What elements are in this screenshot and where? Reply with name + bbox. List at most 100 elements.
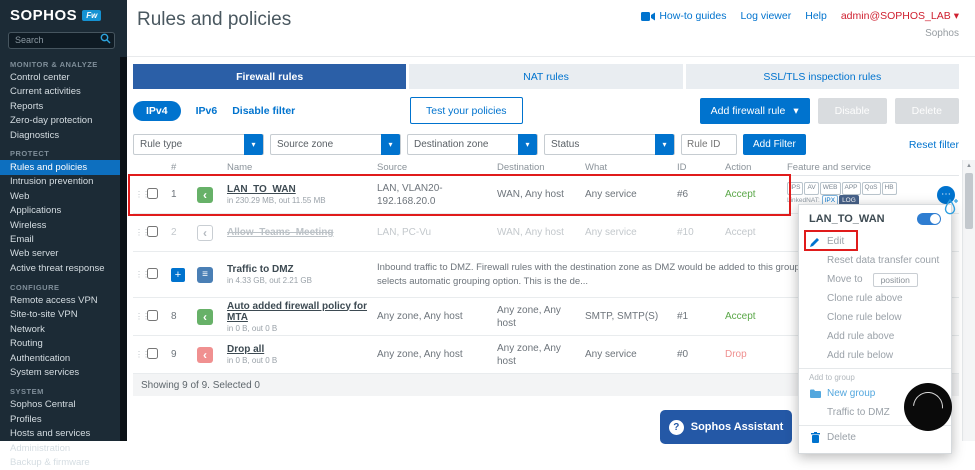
feature-badge: HB [882, 182, 897, 194]
add-filter-button[interactable]: Add Filter [743, 134, 806, 155]
row-checkbox[interactable] [147, 310, 158, 321]
test-policies-button[interactable]: Test your policies [410, 97, 523, 124]
tab-firewall-rules[interactable]: Firewall rules [133, 64, 406, 89]
drop-rule-icon: ‹ [197, 347, 213, 363]
sidebar-scroll-track[interactable] [120, 57, 127, 441]
help-link[interactable]: Help [805, 10, 827, 22]
section-title-configure: CONFIGURE [0, 276, 127, 294]
destination-zone-select[interactable]: Destination zone ▾ [407, 134, 538, 155]
disable-button[interactable]: Disable [818, 98, 887, 124]
search-icon[interactable] [100, 33, 111, 44]
tab-nat-rules[interactable]: NAT rules [409, 64, 682, 89]
row-checkbox[interactable] [147, 188, 158, 199]
menu-item-clone-below[interactable]: Clone rule below [799, 308, 951, 327]
sidebar-item-zero-day[interactable]: Zero-day protection [0, 114, 127, 128]
user-menu[interactable]: admin@SOPHOS_LAB ▾ [841, 10, 959, 22]
drag-handle-icon[interactable]: ⋮⋮ [133, 190, 147, 199]
tab-ssl-tls-rules[interactable]: SSL/TLS inspection rules [686, 64, 959, 89]
col-source: Source [377, 162, 497, 173]
sidebar-item-profiles[interactable]: Profiles [0, 412, 127, 426]
menu-divider [799, 368, 951, 369]
sidebar-item-authentication[interactable]: Authentication [0, 351, 127, 365]
col-number: # [171, 162, 197, 173]
rule-id: #6 [677, 188, 725, 201]
rule-name-link[interactable]: LAN_TO_WAN [227, 184, 369, 195]
sidebar-item-web-server[interactable]: Web server [0, 247, 127, 261]
sidebar-item-control-center[interactable]: Control center [0, 71, 127, 85]
row-checkbox[interactable] [147, 348, 158, 359]
ipv4-toggle[interactable]: IPv4 [133, 101, 181, 121]
scrollbar-thumb[interactable] [965, 173, 973, 229]
rule-action: Drop [725, 348, 787, 361]
how-to-guides-link[interactable]: How-to guides [641, 10, 726, 22]
sidebar-item-reports[interactable]: Reports [0, 99, 127, 113]
rule-enabled-toggle[interactable] [917, 213, 941, 225]
rule-type-select[interactable]: Rule type ▾ [133, 134, 264, 155]
sidebar-item-intrusion-prevention[interactable]: Intrusion prevention [0, 175, 127, 189]
source-zone-select[interactable]: Source zone ▾ [270, 134, 401, 155]
vertical-scrollbar[interactable]: ▲ [962, 160, 975, 441]
rule-name-link[interactable]: Drop all [227, 344, 369, 355]
expand-group-icon[interactable]: + [171, 268, 185, 282]
action-bar: IPv4 IPv6 Disable filter Test your polic… [133, 97, 959, 125]
sidebar-item-hosts-services[interactable]: Hosts and services [0, 427, 127, 441]
add-firewall-rule-button[interactable]: Add firewall rule ▾ [700, 98, 810, 124]
menu-item-add-above[interactable]: Add rule above [799, 327, 951, 346]
rule-name-link[interactable]: Auto added firewall policy for MTA [227, 301, 369, 323]
status-select[interactable]: Status ▾ [544, 134, 675, 155]
search-input[interactable] [8, 32, 115, 49]
rule-id: #10 [677, 226, 725, 239]
rule-traffic-stats: in 230.29 MB, out 11.55 MB [227, 196, 369, 205]
menu-item-edit[interactable]: Edit [799, 232, 951, 251]
sidebar-item-diagnostics[interactable]: Diagnostics [0, 128, 127, 142]
accept-rule-icon: ‹ [197, 309, 213, 325]
group-icon: ≡ [197, 267, 213, 283]
menu-item-reset-transfer[interactable]: Reset data transfer count [799, 251, 951, 270]
caret-down-icon: ▾ [793, 105, 798, 117]
feature-badge: QoS [862, 182, 881, 194]
rule-number: 9 [171, 349, 197, 360]
feature-badge: AV [804, 182, 818, 194]
menu-item-clone-above[interactable]: Clone rule above [799, 289, 951, 308]
row-checkbox[interactable] [147, 226, 158, 237]
sidebar-item-active-threat[interactable]: Active threat response [0, 261, 127, 275]
menu-item-add-below[interactable]: Add rule below [799, 346, 951, 365]
rule-source: LAN, PC-Vu [377, 226, 497, 239]
sidebar-search [8, 30, 115, 49]
disable-filter-link[interactable]: Disable filter [232, 105, 295, 117]
col-id: ID [677, 162, 725, 173]
edit-pencil-icon [810, 237, 820, 247]
sidebar-item-routing[interactable]: Routing [0, 337, 127, 351]
sidebar-item-remote-vpn[interactable]: Remote access VPN [0, 294, 127, 308]
drag-handle-icon[interactable]: ⋮⋮ [133, 350, 147, 359]
sidebar-item-backup-firmware[interactable]: Backup & firmware [0, 455, 127, 469]
sidebar-item-applications[interactable]: Applications [0, 204, 127, 218]
sidebar-item-current-activities[interactable]: Current activities [0, 85, 127, 99]
drag-handle-icon[interactable]: ⋮⋮ [133, 228, 147, 237]
rule-destination: WAN, Any host [497, 188, 585, 201]
sidebar-item-site-vpn[interactable]: Site-to-site VPN [0, 308, 127, 322]
move-to-position-select[interactable]: position [873, 273, 918, 287]
rule-name-link[interactable]: Allow_Teams_Meeting [227, 227, 369, 238]
sophos-assistant-button[interactable]: ? Sophos Assistant [660, 410, 792, 444]
sidebar-item-email[interactable]: Email [0, 232, 127, 246]
sidebar-item-wireless[interactable]: Wireless [0, 218, 127, 232]
scroll-up-icon[interactable]: ▲ [963, 160, 975, 172]
sidebar-item-system-services[interactable]: System services [0, 366, 127, 380]
drag-handle-icon[interactable]: ⋮⋮ [133, 270, 147, 279]
row-checkbox[interactable] [147, 268, 158, 279]
sophos-logo: SOPHOS Fw [0, 0, 127, 27]
drag-handle-icon[interactable]: ⋮⋮ [133, 312, 147, 321]
sidebar-item-rules-policies[interactable]: Rules and policies [0, 160, 127, 174]
log-viewer-link[interactable]: Log viewer [740, 10, 791, 22]
ipv6-toggle[interactable]: IPv6 [196, 105, 218, 117]
sidebar-item-sophos-central[interactable]: Sophos Central [0, 398, 127, 412]
reset-filter-link[interactable]: Reset filter [909, 139, 959, 151]
sidebar-item-network[interactable]: Network [0, 322, 127, 336]
rule-destination: Any zone, Any host [497, 304, 585, 330]
delete-button[interactable]: Delete [895, 98, 959, 124]
sidebar-item-administration[interactable]: Administration [0, 441, 127, 455]
sidebar-item-web[interactable]: Web [0, 189, 127, 203]
menu-item-move-to[interactable]: Move to position [799, 270, 951, 289]
rule-id-input[interactable] [681, 134, 737, 155]
